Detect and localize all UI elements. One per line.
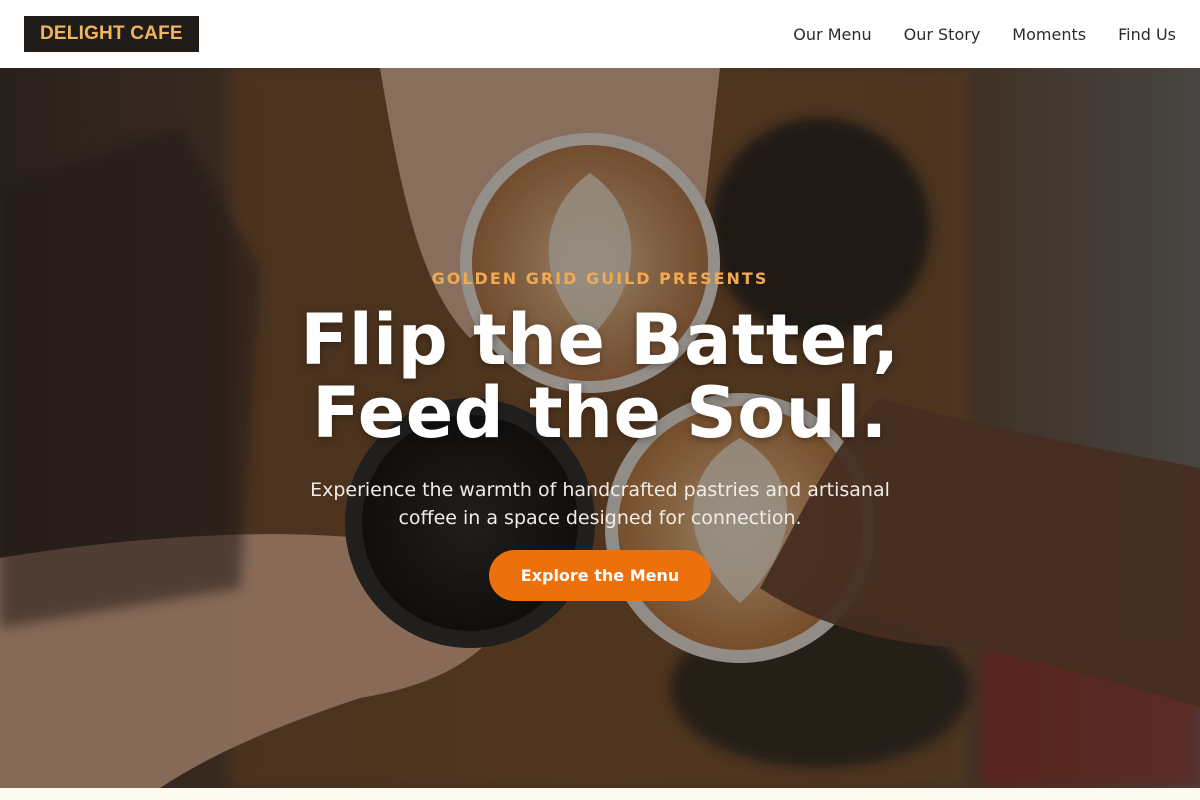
main-nav: Our Menu Our Story Moments Find Us — [793, 25, 1176, 44]
hero-headline-line-2: Feed the Soul. — [312, 372, 888, 454]
hero-section: GOLDEN GRID GUILD PRESENTS Flip the Batt… — [0, 68, 1200, 788]
hero-content: GOLDEN GRID GUILD PRESENTS Flip the Batt… — [0, 68, 1200, 788]
hero-subtext: Experience the warmth of handcrafted pas… — [310, 479, 890, 529]
nav-link-find-us[interactable]: Find Us — [1118, 25, 1176, 44]
page-bottom-strip — [0, 788, 1200, 800]
hero-headline: Flip the Batter, Feed the Soul. — [0, 304, 1200, 450]
site-header: DELIGHT CAFE Our Menu Our Story Moments … — [0, 0, 1200, 68]
brand-logo[interactable]: DELIGHT CAFE — [24, 16, 199, 52]
nav-link-our-story[interactable]: Our Story — [904, 25, 981, 44]
hero-headline-line-1: Flip the Batter, — [300, 299, 900, 381]
nav-link-moments[interactable]: Moments — [1012, 25, 1086, 44]
hero-eyebrow: GOLDEN GRID GUILD PRESENTS — [431, 269, 769, 288]
explore-menu-button[interactable]: Explore the Menu — [489, 550, 711, 601]
nav-link-our-menu[interactable]: Our Menu — [793, 25, 871, 44]
